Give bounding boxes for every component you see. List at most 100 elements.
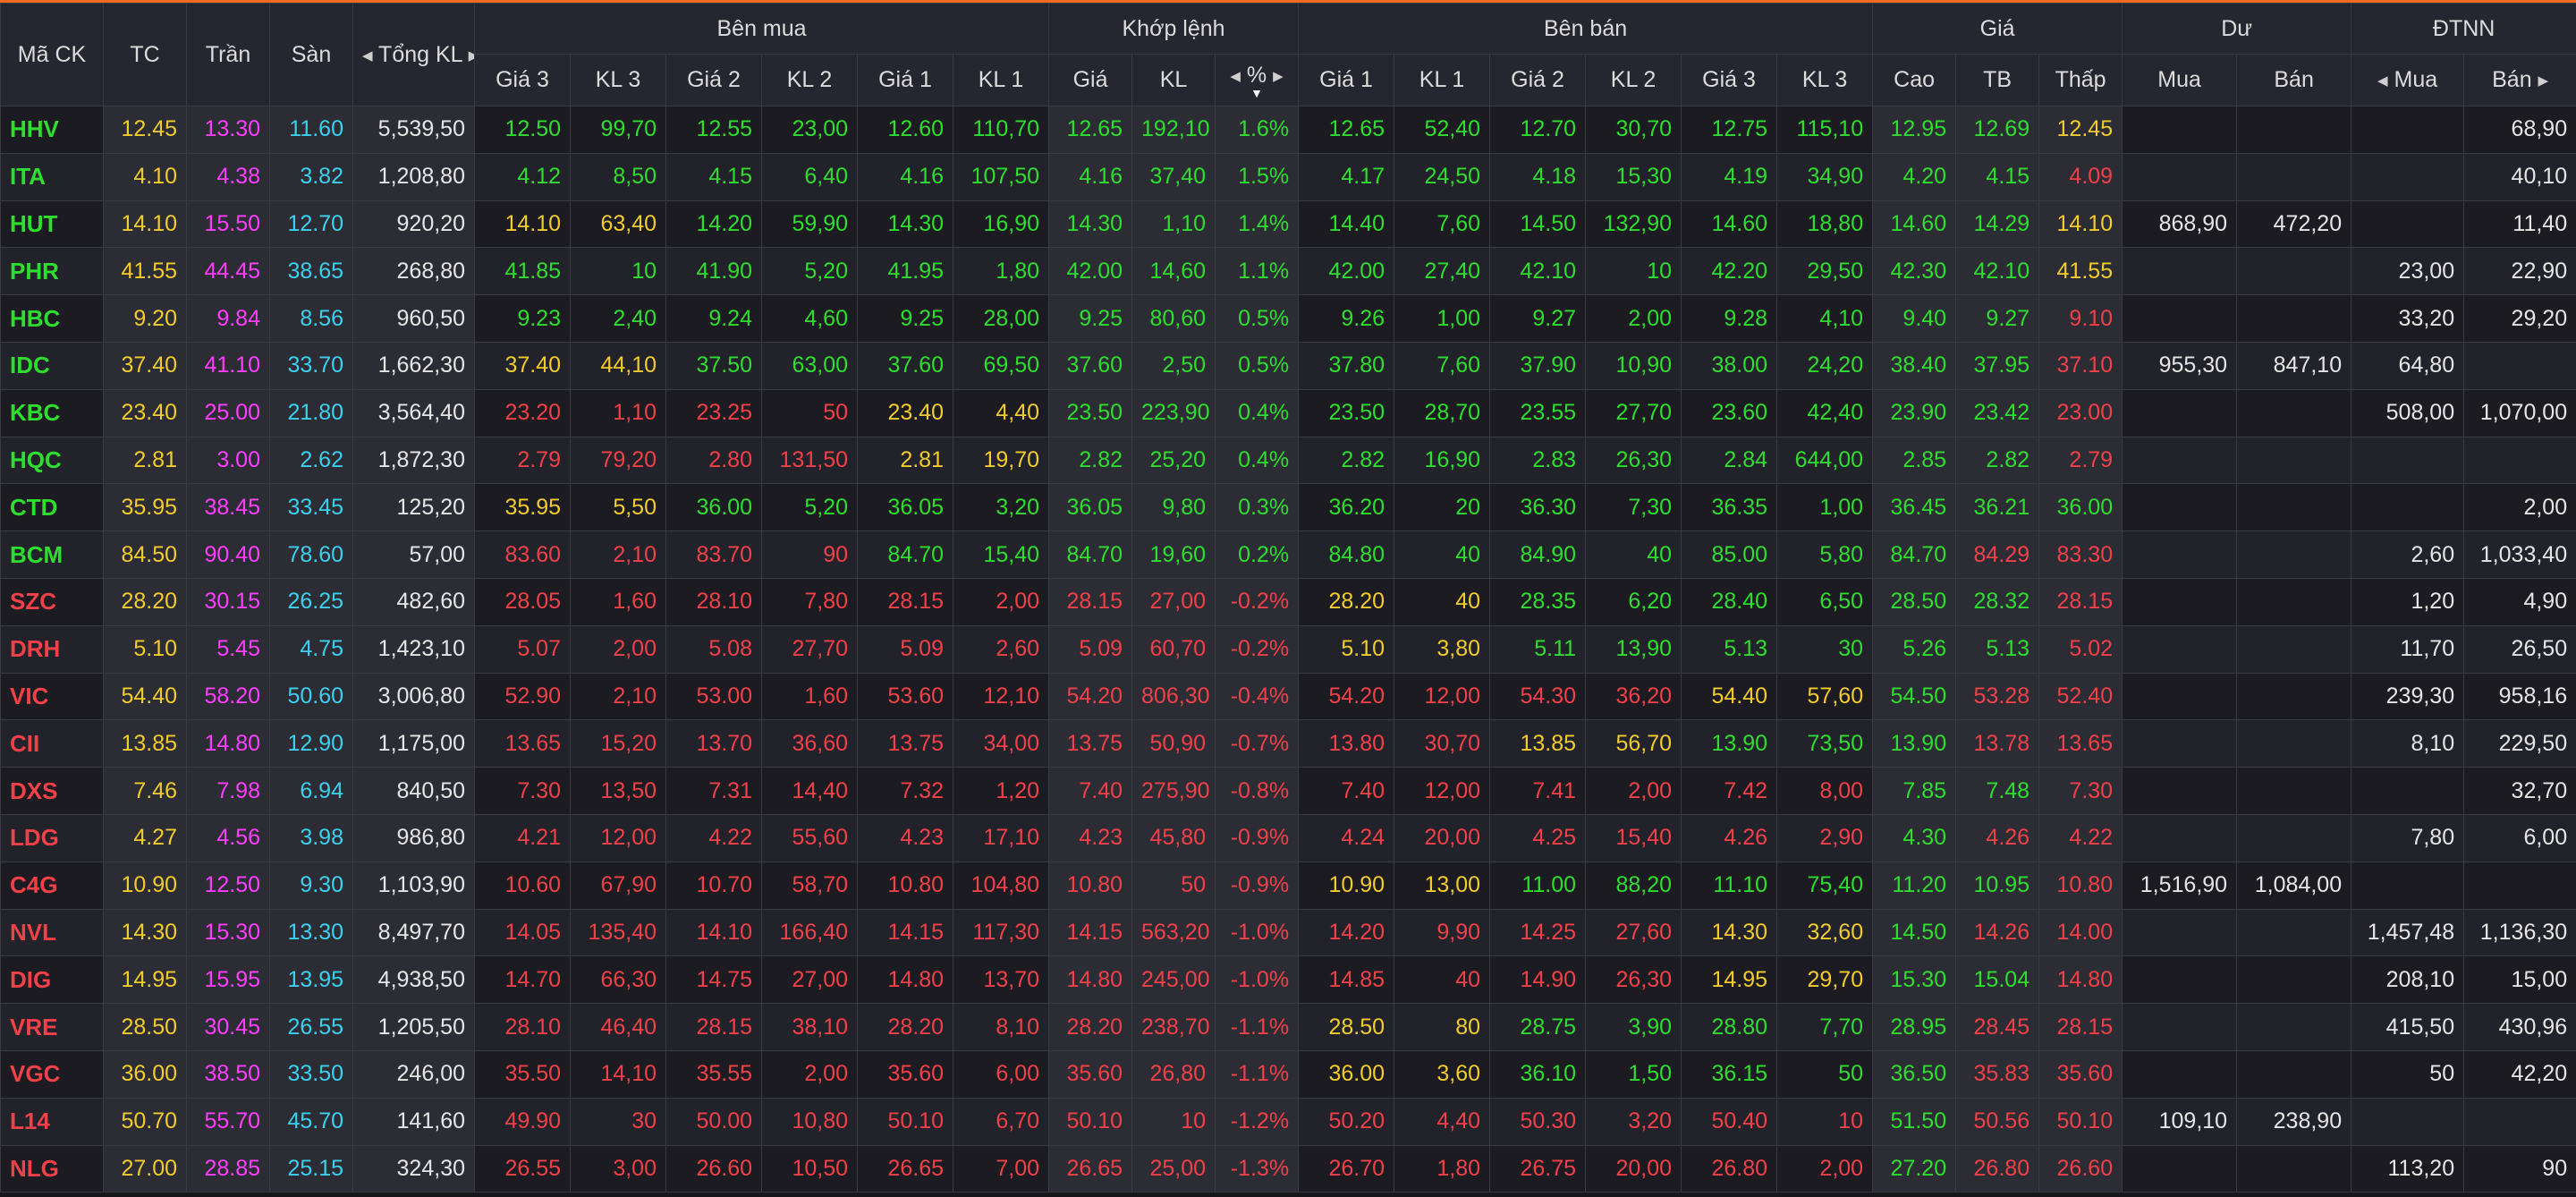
- remain-sell-cell: [2236, 152, 2352, 201]
- floor-price-cell: 11.60: [269, 106, 353, 154]
- col-buy-price-2[interactable]: Giá 2: [665, 54, 762, 106]
- sell-vol-3-cell: 42,40: [1776, 388, 1874, 437]
- table-row[interactable]: ITA 4.10 4.38 3.82 1,208,80 4.12 8,50 4.15 6,40 4…: [0, 152, 2576, 201]
- col-match-pct[interactable]: ◀ % ▶ ▼: [1215, 54, 1300, 106]
- sell-price-3-cell: 26.80: [1681, 1144, 1778, 1193]
- table-row[interactable]: CTD 35.95 38.45 33.45 125,20 35.95 5,50 36.00 5,…: [0, 483, 2576, 532]
- col-total-vol-label: Tổng KL: [378, 41, 462, 67]
- symbol-cell[interactable]: ITA: [0, 152, 104, 201]
- table-row[interactable]: VGC 36.00 38.50 33.50 246,00 35.50 14,10 35.55 2…: [0, 1049, 2576, 1099]
- table-row[interactable]: SZC 28.20 30.15 26.25 482,60 28.05 1,60 28.10 7,…: [0, 577, 2576, 626]
- table-row[interactable]: DIG 14.95 15.95 13.95 4,938,50 14.70 66,30 14.7…: [0, 955, 2576, 1005]
- col-ref[interactable]: TC: [103, 3, 187, 106]
- foreign-left-icon[interactable]: ◀: [2377, 72, 2388, 89]
- table-row[interactable]: C4G 10.90 12.50 9.30 1,103,90 10.60 67,90 10.70…: [0, 861, 2576, 910]
- symbol-cell[interactable]: KBC: [0, 388, 104, 437]
- symbol-cell[interactable]: VGC: [0, 1049, 104, 1099]
- col-floor[interactable]: Sàn: [269, 3, 353, 106]
- sell-vol-1-cell: 20: [1394, 483, 1491, 532]
- scroll-left-icon[interactable]: ◀: [362, 47, 373, 64]
- col-buy-vol-2[interactable]: KL 2: [761, 54, 858, 106]
- col-sell-price-2[interactable]: Giá 2: [1489, 54, 1587, 106]
- symbol-cell[interactable]: C4G: [0, 861, 104, 910]
- symbol-cell[interactable]: PHR: [0, 247, 104, 296]
- buy-vol-3-cell: 66,30: [570, 955, 666, 1005]
- table-row[interactable]: DXS 7.46 7.98 6.94 840,50 7.30 13,50 7.31 14,40 7…: [0, 767, 2576, 815]
- symbol-cell[interactable]: CII: [0, 719, 104, 768]
- symbol-cell[interactable]: NLG: [0, 1144, 104, 1193]
- table-row[interactable]: NLG 27.00 28.85 25.15 324,30 26.55 3,00 26.60 10…: [0, 1144, 2576, 1193]
- total-vol-cell: 324,30: [352, 1144, 475, 1193]
- table-row[interactable]: HUT 14.10 15.50 12.70 920,20 14.10 63,40 14.20 5…: [0, 200, 2576, 249]
- symbol-cell[interactable]: CTD: [0, 483, 104, 532]
- col-sell-vol-2[interactable]: KL 2: [1585, 54, 1682, 106]
- pct-right-icon[interactable]: ▶: [1273, 68, 1284, 84]
- symbol-cell[interactable]: DXS: [0, 767, 104, 815]
- floor-price-cell: 9.30: [269, 861, 353, 910]
- col-buy-vol-3[interactable]: KL 3: [570, 54, 666, 106]
- col-low[interactable]: Thấp: [2038, 54, 2123, 106]
- foreign-buy-cell: 1,457,48: [2351, 908, 2465, 957]
- symbol-cell[interactable]: DIG: [0, 955, 104, 1005]
- col-ceil[interactable]: Trần: [186, 3, 270, 106]
- table-row[interactable]: VRE 28.50 30.45 26.55 1,205,50 28.10 46,40 28.1…: [0, 1003, 2576, 1051]
- symbol-cell[interactable]: NVL: [0, 908, 104, 957]
- table-row[interactable]: HHV 12.45 13.30 11.60 5,539,50 12.50 99,70 12.5…: [0, 106, 2576, 154]
- sell-price-3-cell: 23.60: [1681, 388, 1778, 437]
- table-row[interactable]: KBC 23.40 25.00 21.80 3,564,40 23.20 1,10 23.25…: [0, 388, 2576, 437]
- col-sell-price-1[interactable]: Giá 1: [1298, 54, 1395, 106]
- col-buy-price-1[interactable]: Giá 1: [857, 54, 953, 106]
- avg-price-cell: 15.04: [1955, 955, 2040, 1005]
- symbol-cell[interactable]: HBC: [0, 294, 104, 343]
- col-match-vol[interactable]: KL: [1131, 54, 1216, 106]
- symbol-cell[interactable]: VRE: [0, 1003, 104, 1051]
- col-foreign-sell[interactable]: Bán ▶: [2463, 54, 2576, 106]
- table-row[interactable]: CII 13.85 14.80 12.90 1,175,00 13.65 15,20 13.7…: [0, 719, 2576, 768]
- symbol-cell[interactable]: L14: [0, 1097, 104, 1146]
- table-row[interactable]: NVL 14.30 15.30 13.30 8,497,70 14.05 135,40 14.…: [0, 908, 2576, 957]
- symbol-cell[interactable]: DRH: [0, 624, 104, 674]
- table-row[interactable]: HBC 9.20 9.84 8.56 960,50 9.23 2,40 9.24 4,60 9.2…: [0, 294, 2576, 343]
- ceil-price-cell: 13.30: [186, 106, 270, 154]
- col-remain-sell[interactable]: Bán: [2236, 54, 2352, 106]
- symbol-cell[interactable]: HUT: [0, 200, 104, 249]
- table-row[interactable]: DRH 5.10 5.45 4.75 1,423,10 5.07 2,00 5.08 27,70…: [0, 624, 2576, 674]
- symbol-cell[interactable]: IDC: [0, 341, 104, 390]
- low-price-cell: 23.00: [2038, 388, 2123, 437]
- symbol-cell[interactable]: HHV: [0, 106, 104, 154]
- foreign-right-icon[interactable]: ▶: [2538, 72, 2549, 89]
- table-row[interactable]: IDC 37.40 41.10 33.70 1,662,30 37.40 44,10 37.5…: [0, 341, 2576, 390]
- col-avg[interactable]: TB: [1955, 54, 2040, 106]
- col-buy-price-3[interactable]: Giá 3: [474, 54, 571, 106]
- foreign-buy-cell: 8,10: [2351, 719, 2465, 768]
- col-match-price[interactable]: Giá: [1048, 54, 1133, 106]
- symbol-cell[interactable]: SZC: [0, 577, 104, 626]
- table-row[interactable]: VIC 54.40 58.20 50.60 3,006,80 52.90 2,10 53.00…: [0, 672, 2576, 721]
- sort-desc-icon[interactable]: ▼: [1224, 87, 1289, 99]
- col-sell-vol-3[interactable]: KL 3: [1776, 54, 1874, 106]
- table-row[interactable]: L14 50.70 55.70 45.70 141,60 49.90 30 50.00 10,8…: [0, 1097, 2576, 1146]
- table-row[interactable]: BCM 84.50 90.40 78.60 57,00 83.60 2,10 83.70 90 8…: [0, 531, 2576, 579]
- sell-vol-3-cell: 1,00: [1776, 483, 1874, 532]
- col-foreign-buy[interactable]: ◀ Mua: [2351, 54, 2465, 106]
- scroll-right-icon[interactable]: ▶: [469, 47, 474, 64]
- table-row[interactable]: HQC 2.81 3.00 2.62 1,872,30 2.79 79,20 2.80 131,…: [0, 436, 2576, 485]
- col-remain-buy[interactable]: Mua: [2122, 54, 2238, 106]
- symbol-cell[interactable]: BCM: [0, 531, 104, 579]
- col-sell-vol-1[interactable]: KL 1: [1394, 54, 1491, 106]
- foreign-sell-cell: 42,20: [2463, 1049, 2576, 1099]
- symbol-cell[interactable]: HQC: [0, 436, 104, 485]
- col-buy-vol-1[interactable]: KL 1: [952, 54, 1050, 106]
- table-row[interactable]: LDG 4.27 4.56 3.98 986,80 4.21 12,00 4.22 55,60 4…: [0, 813, 2576, 862]
- symbol-cell[interactable]: VIC: [0, 672, 104, 721]
- pct-left-icon[interactable]: ◀: [1230, 68, 1241, 84]
- col-sell-price-3[interactable]: Giá 3: [1681, 54, 1778, 106]
- match-vol-cell: 14,60: [1131, 247, 1216, 296]
- high-price-cell: 11.20: [1872, 861, 1957, 910]
- table-row[interactable]: PHR 41.55 44.45 38.65 268,80 41.85 10 41.90 5,20…: [0, 247, 2576, 296]
- symbol-cell[interactable]: LDG: [0, 813, 104, 862]
- col-high[interactable]: Cao: [1872, 54, 1957, 106]
- col-total-vol[interactable]: ◀ Tổng KL ▶: [352, 3, 475, 106]
- foreign-sell-cell: 430,96: [2463, 1003, 2576, 1051]
- col-symbol[interactable]: Mã CK: [0, 3, 104, 106]
